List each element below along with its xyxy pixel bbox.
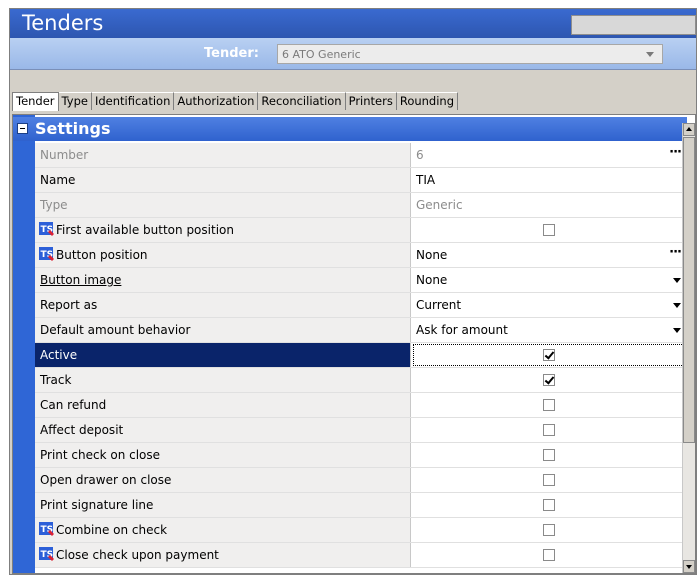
row-label: First available button position <box>56 223 234 237</box>
title-bar-box <box>571 15 696 35</box>
row-name[interactable]: Name TIA <box>35 168 687 193</box>
row-label: Can refund <box>40 398 107 412</box>
tender-dropdown-value: 6 ATO Generic <box>282 48 361 61</box>
open-drawer-checkbox[interactable] <box>543 474 555 486</box>
row-label: Report as <box>40 298 98 312</box>
row-value: Generic <box>416 198 463 212</box>
row-label: Open drawer on close <box>40 473 172 487</box>
ellipsis-icon[interactable]: ··· <box>669 245 682 260</box>
row-label: Type <box>40 198 68 212</box>
row-type[interactable]: Type Generic <box>35 193 687 218</box>
scroll-up-icon[interactable] <box>683 123 695 136</box>
ellipsis-icon[interactable]: ··· <box>669 145 682 160</box>
row-track[interactable]: Track <box>35 368 687 393</box>
scroll-down-icon[interactable] <box>683 560 695 573</box>
tab-type[interactable]: Type <box>58 92 92 110</box>
chevron-down-icon[interactable] <box>673 278 681 283</box>
row-default-amount-behavior[interactable]: Default amount behavior Ask for amount <box>35 318 687 343</box>
settings-section-title: Settings <box>35 119 111 138</box>
close-check-checkbox[interactable] <box>543 549 555 561</box>
row-open-drawer-on-close[interactable]: Open drawer on close <box>35 468 687 493</box>
row-value: 6 <box>416 148 424 162</box>
active-checkbox[interactable] <box>543 349 555 361</box>
track-checkbox[interactable] <box>543 374 555 386</box>
affect-deposit-checkbox[interactable] <box>543 424 555 436</box>
tab-strip: Tender Type Identification Authorization… <box>12 92 459 111</box>
row-label: Print check on close <box>40 448 161 462</box>
tab-identification[interactable]: Identification <box>91 92 175 110</box>
ts-icon: TS <box>39 522 54 536</box>
ts-icon: TS <box>39 247 54 261</box>
tenders-window: Tenders Tender: 6 ATO Generic Tender Typ… <box>9 8 697 575</box>
tab-reconciliation[interactable]: Reconciliation <box>258 92 346 110</box>
window-title: Tenders <box>22 11 104 35</box>
row-affect-deposit[interactable]: Affect deposit <box>35 418 687 443</box>
row-button-image[interactable]: Button image None <box>35 268 687 293</box>
row-value: None <box>416 248 448 262</box>
tender-selector-bar: Tender: 6 ATO Generic <box>10 38 696 70</box>
row-value: None <box>416 273 448 287</box>
tender-dropdown[interactable]: 6 ATO Generic <box>277 44 663 64</box>
tab-rounding[interactable]: Rounding <box>396 92 459 110</box>
vertical-scrollbar[interactable] <box>682 123 695 573</box>
grid-left-margin <box>13 115 35 573</box>
print-check-checkbox[interactable] <box>543 449 555 461</box>
row-print-check-on-close[interactable]: Print check on close <box>35 443 687 468</box>
tab-authorization[interactable]: Authorization <box>174 92 259 110</box>
row-active[interactable]: Active <box>35 343 687 368</box>
can-refund-checkbox[interactable] <box>543 399 555 411</box>
row-close-check-upon-payment[interactable]: TS Close check upon payment <box>35 543 687 568</box>
tab-tender[interactable]: Tender <box>12 92 59 111</box>
title-bar: Tenders <box>10 9 696 38</box>
ts-icon: TS <box>39 547 54 561</box>
settings-grid: Settings Number 6 ··· Name TIA Type Gene… <box>12 114 696 574</box>
row-combine-on-check[interactable]: TS Combine on check <box>35 518 687 543</box>
row-label: Affect deposit <box>40 423 124 437</box>
collapse-icon[interactable] <box>17 123 28 134</box>
row-print-signature-line[interactable]: Print signature line <box>35 493 687 518</box>
chevron-down-icon[interactable] <box>673 328 681 333</box>
row-number[interactable]: Number 6 ··· <box>35 143 687 168</box>
settings-rows: Number 6 ··· Name TIA Type Generic TS Fi… <box>35 143 687 568</box>
tender-label: Tender: <box>204 46 259 61</box>
row-label: Active <box>40 348 78 362</box>
first-available-checkbox[interactable] <box>543 224 555 236</box>
row-label: Track <box>40 373 72 387</box>
print-signature-checkbox[interactable] <box>543 499 555 511</box>
row-label: Button position <box>56 248 148 262</box>
row-value: Current <box>416 298 462 312</box>
row-label: Number <box>40 148 89 162</box>
row-label-link[interactable]: Button image <box>40 273 121 287</box>
row-button-position[interactable]: TS Button position None ··· <box>35 243 687 268</box>
row-label: Print signature line <box>40 498 154 512</box>
tab-printers[interactable]: Printers <box>345 92 397 110</box>
row-value: Ask for amount <box>416 323 508 337</box>
row-first-available-button-position[interactable]: TS First available button position <box>35 218 687 243</box>
row-label: Combine on check <box>56 523 168 537</box>
row-can-refund[interactable]: Can refund <box>35 393 687 418</box>
row-label: Default amount behavior <box>40 323 191 337</box>
chevron-down-icon[interactable] <box>673 303 681 308</box>
row-label: Name <box>40 173 76 187</box>
row-label: Close check upon payment <box>56 548 219 562</box>
row-report-as[interactable]: Report as Current <box>35 293 687 318</box>
ts-icon: TS <box>39 222 54 236</box>
name-input[interactable]: TIA <box>416 173 435 187</box>
scroll-thumb[interactable] <box>683 137 695 443</box>
combine-on-check-checkbox[interactable] <box>543 524 555 536</box>
settings-section-header[interactable]: Settings <box>13 117 687 141</box>
chevron-down-icon <box>646 52 654 57</box>
